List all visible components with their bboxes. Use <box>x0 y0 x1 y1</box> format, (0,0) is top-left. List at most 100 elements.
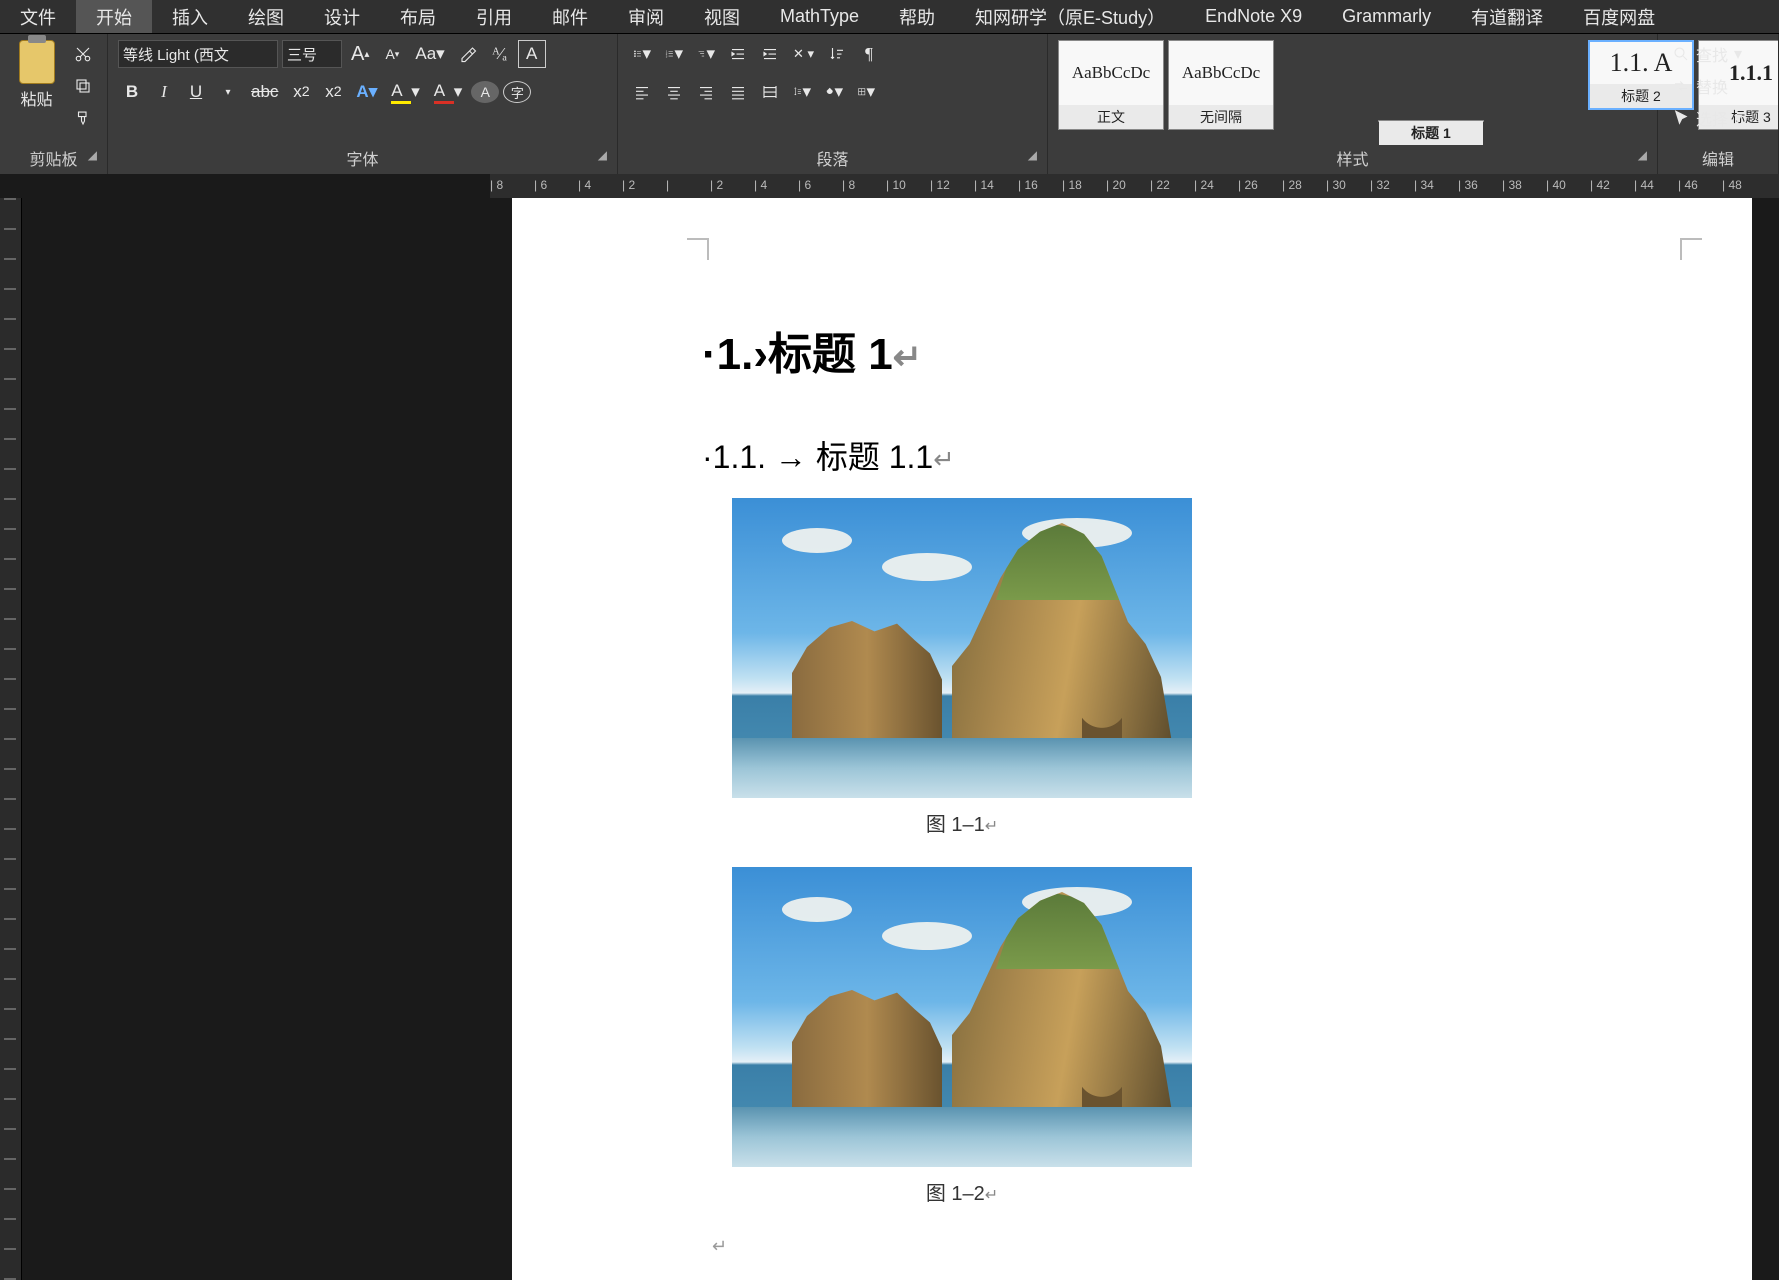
ruler-tick: | 4 <box>754 178 767 192</box>
ruler-tick: | 36 <box>1458 178 1478 192</box>
change-case-button[interactable]: Aa▾ <box>410 40 449 68</box>
paste-label: 粘贴 <box>20 86 52 110</box>
decrease-indent-button[interactable] <box>724 40 752 68</box>
ribbon: 粘贴 剪贴板◢ A▴ A▾ Aa▾ ᴬ⁄ₐ A B <box>0 34 1779 174</box>
enclose-char-button[interactable]: 字 <box>503 81 531 103</box>
menu-有道翻译[interactable]: 有道翻译 <box>1451 0 1563 33</box>
ruler-tick: | 18 <box>1062 178 1082 192</box>
menu-布局[interactable]: 布局 <box>380 0 456 33</box>
justify-button[interactable] <box>724 78 752 106</box>
underline-button[interactable]: U <box>182 78 210 106</box>
ruler-tick: | 28 <box>1282 178 1302 192</box>
align-right-button[interactable] <box>692 78 720 106</box>
menu-Grammarly[interactable]: Grammarly <box>1322 0 1451 33</box>
menu-bar: 文件开始插入绘图设计布局引用邮件审阅视图MathType帮助知网研学（原E-St… <box>0 0 1779 34</box>
superscript-button[interactable]: x2 <box>319 78 347 106</box>
search-icon <box>1672 45 1690 63</box>
bullets-button[interactable]: ▾ <box>628 40 656 68</box>
underline-more-button[interactable]: ▾ <box>214 78 242 106</box>
grow-font-button[interactable]: A▴ <box>346 40 374 68</box>
numbering-button[interactable]: 123▾ <box>660 40 688 68</box>
multilevel-list-button[interactable]: ▾ <box>692 40 720 68</box>
paragraph-mark[interactable]: ↵ <box>712 1236 1662 1257</box>
copy-button[interactable] <box>69 72 97 100</box>
styles-launcher-icon[interactable]: ◢ <box>1638 148 1647 162</box>
distribute-button[interactable] <box>756 78 784 106</box>
font-launcher-icon[interactable]: ◢ <box>598 148 607 162</box>
italic-button[interactable]: I <box>150 78 178 106</box>
cut-button[interactable] <box>69 40 97 68</box>
text-effects-button[interactable]: A▾ <box>351 78 382 106</box>
menu-开始[interactable]: 开始 <box>76 0 152 33</box>
line-spacing-button[interactable]: ▾ <box>788 78 816 106</box>
bold-button[interactable]: B <box>118 78 146 106</box>
image-1[interactable] <box>732 498 1192 798</box>
font-family-select[interactable] <box>118 40 278 68</box>
document-area: ·1.›标题 1↵ ·1.1. → 标题 1.1↵ 图 1–1↵ <box>0 198 1779 1280</box>
figure-1[interactable]: 图 1–1↵ <box>732 498 1662 837</box>
highlight-button[interactable]: A▾ <box>386 78 425 106</box>
menu-文件[interactable]: 文件 <box>0 0 76 33</box>
menu-视图[interactable]: 视图 <box>684 0 760 33</box>
subscript-button[interactable]: x2 <box>287 78 315 106</box>
caption-1[interactable]: 图 1–1↵ <box>732 808 1192 837</box>
ruler-tick: | 2 <box>622 178 635 192</box>
menu-引用[interactable]: 引用 <box>456 0 532 33</box>
menu-百度网盘[interactable]: 百度网盘 <box>1563 0 1675 33</box>
image-2[interactable] <box>732 867 1192 1167</box>
shrink-font-button[interactable]: A▾ <box>378 40 406 68</box>
style-标题 1[interactable]: 1. A标题 1 <box>1378 120 1484 122</box>
show-hide-button[interactable]: ¶ <box>855 40 883 68</box>
style-无间隔[interactable]: AaBbCcDc无间隔 <box>1168 40 1274 130</box>
menu-审阅[interactable]: 审阅 <box>608 0 684 33</box>
menu-EndNote X9[interactable]: EndNote X9 <box>1185 0 1322 33</box>
font-size-select[interactable] <box>282 40 342 68</box>
cursor-icon <box>1672 109 1690 127</box>
horizontal-ruler[interactable]: | 8| 6| 4| 2| | 2| 4| 6| 8| 10| 12| 14| … <box>490 174 1779 198</box>
ruler-tick: | 46 <box>1678 178 1698 192</box>
char-border-button[interactable]: A <box>518 40 546 68</box>
ruler-tick: | 30 <box>1326 178 1346 192</box>
font-color-button[interactable]: A▾ <box>429 78 468 106</box>
paragraph-launcher-icon[interactable]: ◢ <box>1028 148 1037 162</box>
figure-2[interactable]: 图 1–2↵ <box>732 867 1662 1206</box>
style-正文[interactable]: AaBbCcDc正文 <box>1058 40 1164 130</box>
ruler-tick: | 20 <box>1106 178 1126 192</box>
menu-绘图[interactable]: 绘图 <box>228 0 304 33</box>
clear-format-button[interactable] <box>454 40 482 68</box>
style-preview: AaBbCcDc <box>1169 41 1273 105</box>
align-center-button[interactable] <box>660 78 688 106</box>
phonetic-guide-button[interactable]: ᴬ⁄ₐ <box>486 40 514 68</box>
select-button[interactable]: 选择 ▾ <box>1668 104 1746 132</box>
increase-indent-button[interactable] <box>756 40 784 68</box>
paste-button[interactable]: 粘贴 <box>10 40 63 110</box>
align-left-button[interactable] <box>628 78 656 106</box>
menu-设计[interactable]: 设计 <box>304 0 380 33</box>
ruler-tick: | 16 <box>1018 178 1038 192</box>
heading-1[interactable]: ·1.›标题 1↵ <box>702 318 1662 382</box>
menu-MathType[interactable]: MathType <box>760 0 879 33</box>
caption-2[interactable]: 图 1–2↵ <box>732 1177 1192 1206</box>
sort-button[interactable] <box>823 40 851 68</box>
clipboard-launcher-icon[interactable]: ◢ <box>88 148 97 162</box>
ruler-tick: | 10 <box>886 178 906 192</box>
style-name: 正文 <box>1059 105 1163 129</box>
heading-2[interactable]: ·1.1. → 标题 1.1↵ <box>702 432 1662 478</box>
strike-button[interactable]: abc <box>246 78 283 106</box>
return-mark-icon: ↵ <box>985 1187 998 1204</box>
find-button[interactable]: 查找 ▾ <box>1668 40 1746 68</box>
replace-button[interactable]: 替换 <box>1668 72 1746 100</box>
char-shading-button[interactable]: A <box>471 81 499 103</box>
asian-layout-button[interactable]: ✕ ▾ <box>788 40 819 68</box>
menu-帮助[interactable]: 帮助 <box>879 0 955 33</box>
margin-corner-tr <box>1680 238 1702 260</box>
menu-插入[interactable]: 插入 <box>152 0 228 33</box>
menu-知网研学（原E-Study）[interactable]: 知网研学（原E-Study） <box>955 0 1185 33</box>
vertical-ruler[interactable] <box>0 198 22 1280</box>
format-painter-button[interactable] <box>69 104 97 132</box>
borders-button[interactable]: ▾ <box>852 78 880 106</box>
page[interactable]: ·1.›标题 1↵ ·1.1. → 标题 1.1↵ 图 1–1↵ <box>512 198 1752 1280</box>
ruler-tick: | 26 <box>1238 178 1258 192</box>
shading-button[interactable]: ▾ <box>820 78 848 106</box>
menu-邮件[interactable]: 邮件 <box>532 0 608 33</box>
